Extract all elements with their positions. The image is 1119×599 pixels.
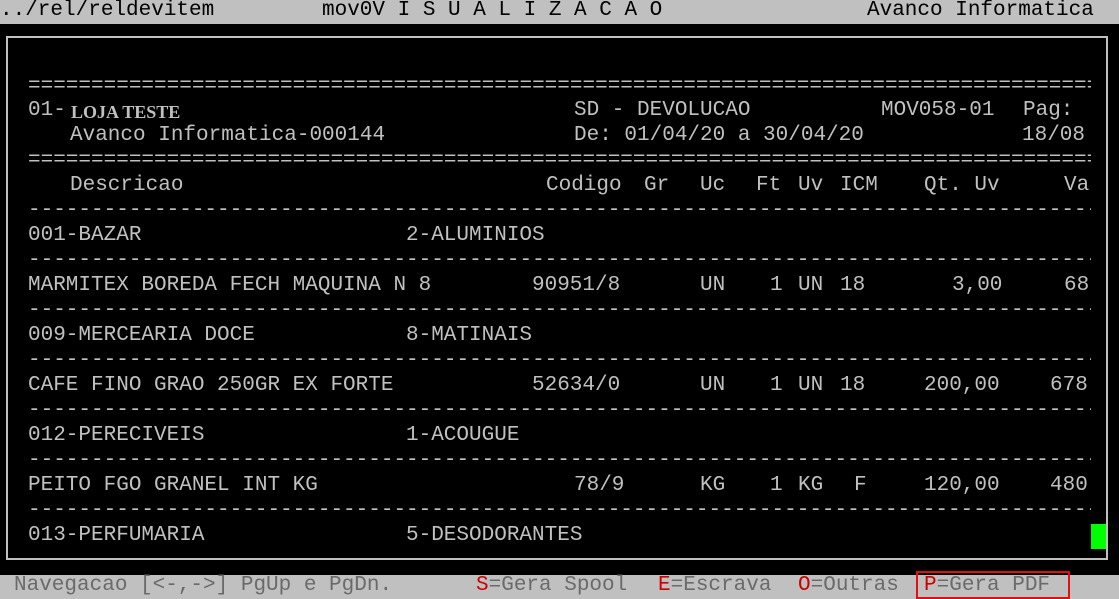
- item-uc: UN: [700, 274, 726, 297]
- separator-double: ========================================…: [28, 75, 1091, 98]
- item-uc: KG: [700, 474, 726, 497]
- section-heading: 013-PERFUMARIA: [28, 524, 205, 547]
- item-va: 480: [1050, 474, 1088, 497]
- section-heading: 009-MERCEARIA DOCE: [28, 324, 255, 347]
- separator-single: ----------------------------------------…: [28, 449, 1091, 472]
- item-ft: 1: [770, 474, 783, 497]
- separator-single: ----------------------------------------…: [28, 349, 1091, 372]
- column-header-codigo: Codigo: [546, 174, 622, 197]
- item-descricao: MARMITEX BOREDA FECH MAQUINA N 8: [28, 274, 432, 297]
- separator-single: ----------------------------------------…: [28, 499, 1091, 522]
- report-code: MOV058-01: [881, 99, 995, 122]
- company-line: Avanco Informatica-000144: [70, 124, 386, 147]
- escrava-hotkey: E: [658, 574, 671, 597]
- section-heading: 012-PERECIVEIS: [28, 424, 205, 447]
- separator-single: ----------------------------------------…: [28, 199, 1091, 222]
- store-code: 01-: [28, 99, 66, 122]
- item-va: 68: [1064, 274, 1090, 297]
- item-uc: UN: [700, 374, 726, 397]
- store-name: LOJA TESTE: [71, 102, 181, 122]
- column-header-ft: Ft: [756, 174, 782, 197]
- gera-spool-option[interactable]: S=Gera Spool: [476, 574, 627, 598]
- column-header-descricao: Descricao: [70, 174, 184, 197]
- escrava-option[interactable]: E=Escrava: [658, 574, 771, 598]
- page-label: Pag:: [1023, 99, 1074, 122]
- spool-hotkey: S: [476, 574, 489, 597]
- outras-label: =Outras: [810, 574, 899, 597]
- item-codigo: 90951/8: [532, 274, 621, 297]
- section-heading: 001-BAZAR: [28, 224, 142, 247]
- column-header-uv: Uv: [798, 174, 824, 197]
- program-path: ../rel/reldevitem: [0, 0, 215, 22]
- separator-double: ========================================…: [28, 149, 1091, 172]
- title-bar: ../rel/reldevitem mov0V I S U A L I Z A …: [0, 0, 1119, 24]
- column-header-icm: ICM: [840, 174, 878, 197]
- item-uv: UN: [798, 274, 824, 297]
- item-uv: KG: [798, 474, 824, 497]
- item-qt-uv: 3,00: [952, 274, 1003, 297]
- page-number: 18/08: [1022, 124, 1086, 147]
- item-va: 678: [1050, 374, 1088, 397]
- company-name: Avanco Informatica: [867, 0, 1094, 22]
- column-header-va: Va: [1064, 174, 1090, 197]
- item-icm: 18: [840, 274, 866, 297]
- separator-single: ----------------------------------------…: [28, 399, 1091, 422]
- escrava-label: =Escrava: [670, 574, 772, 597]
- terminal-cursor: [1091, 524, 1106, 549]
- spool-label: =Gera Spool: [488, 574, 628, 597]
- column-header-uc: Uc: [700, 174, 726, 197]
- item-icm: F: [854, 474, 867, 497]
- separator-single: ----------------------------------------…: [28, 249, 1091, 272]
- period-range: De: 01/04/20 a 30/04/20: [574, 124, 864, 147]
- item-qt-uv: 200,00: [924, 374, 1000, 397]
- screen-title: mov0V I S U A L I Z A C A O: [322, 0, 663, 22]
- document-type: SD - DEVOLUCAO: [574, 99, 751, 122]
- item-descricao: CAFE FINO GRAO 250GR EX FORTE: [28, 374, 394, 397]
- gera-pdf-highlight: [916, 571, 1070, 599]
- item-qt-uv: 120,00: [924, 474, 1000, 497]
- item-codigo: 52634/0: [532, 374, 621, 397]
- outras-option[interactable]: O=Outras: [798, 574, 899, 598]
- item-codigo: 78/9: [574, 474, 625, 497]
- separator-single: ----------------------------------------…: [28, 299, 1091, 322]
- navigation-hint: Navegacao [<-,->] PgUp e PgDn.: [14, 574, 393, 597]
- outras-hotkey: O: [798, 574, 811, 597]
- item-uv: UN: [798, 374, 824, 397]
- item-icm: 18: [840, 374, 866, 397]
- column-header-qt-uv: Qt. Uv: [924, 174, 1000, 197]
- item-ft: 1: [770, 274, 783, 297]
- subsection-heading: 5-DESODORANTES: [406, 524, 583, 547]
- subsection-heading: 1-ACOUGUE: [406, 424, 520, 447]
- subsection-heading: 2-ALUMINIOS: [406, 224, 545, 247]
- subsection-heading: 8-MATINAIS: [406, 324, 533, 347]
- item-ft: 1: [770, 374, 783, 397]
- column-header-gr: Gr: [644, 174, 670, 197]
- item-descricao: PEITO FGO GRANEL INT KG: [28, 474, 318, 497]
